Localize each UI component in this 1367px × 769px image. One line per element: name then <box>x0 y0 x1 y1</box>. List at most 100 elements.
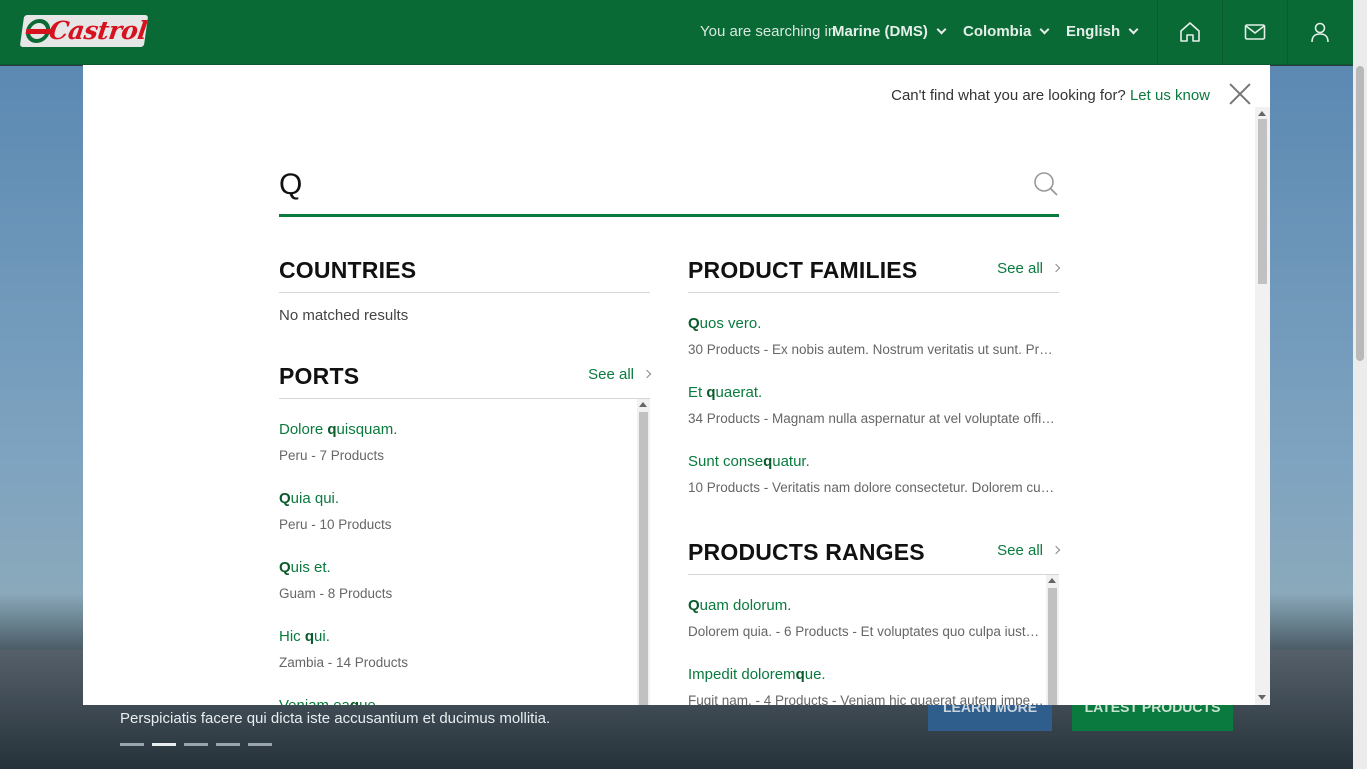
result-title-text: Hic <box>279 628 305 645</box>
result-title-text: uaerat. <box>715 384 763 401</box>
port-result-item[interactable]: Hic qui. Zambia - 14 Products <box>279 606 635 675</box>
modal-scrollbar-thumb[interactable] <box>1258 119 1267 284</box>
match-highlight: q <box>763 453 773 470</box>
countries-section: COUNTRIES No matched results <box>279 247 650 324</box>
result-title[interactable]: Impedit doloremque. <box>688 666 1044 683</box>
port-result-item[interactable]: Quia qui. Peru - 10 Products <box>279 468 635 537</box>
result-title-text: uia qui. <box>290 490 340 507</box>
product-ranges-scrollbar-thumb[interactable] <box>1048 588 1057 705</box>
match-highlight: q <box>795 666 805 683</box>
carousel-dot-active[interactable] <box>152 743 176 746</box>
sector-value: Marine (DMS) <box>832 23 928 40</box>
result-title-text: uos vero. <box>699 315 762 332</box>
cant-find-label: Can't find what you are looking for? <box>891 87 1126 104</box>
result-subtitle: Zambia - 14 Products <box>279 655 409 670</box>
home-button[interactable] <box>1157 0 1222 65</box>
scroll-down-icon[interactable] <box>1258 695 1266 700</box>
scroll-up-icon[interactable] <box>1258 111 1266 116</box>
user-icon <box>1311 22 1329 43</box>
ports-scrollbar-thumb[interactable] <box>639 412 648 705</box>
product-ranges-section: PRODUCTS RANGES See all Quam dolorum. Dol… <box>688 529 1061 705</box>
product-ranges-title: PRODUCTS RANGES <box>688 539 925 565</box>
chevron-right-icon <box>1051 263 1061 273</box>
product-family-result-item[interactable]: Et quaerat. 34 Products - Magnam nulla as… <box>688 362 1059 431</box>
result-title[interactable]: Hic qui. <box>279 628 635 645</box>
search-modal: Can't find what you are looking for? Let… <box>83 65 1270 705</box>
search-icon[interactable] <box>1033 171 1059 197</box>
product-family-result-item[interactable]: Sunt consequatur. 10 Products - Veritatis… <box>688 431 1059 500</box>
product-families-section: PRODUCT FAMILIES See all Quos vero. 30 Pr… <box>688 247 1061 500</box>
carousel-dot[interactable] <box>248 743 272 746</box>
result-subtitle: Guam - 8 Products <box>279 586 393 601</box>
port-result-item[interactable]: Quis et. Guam - 8 Products <box>279 537 635 606</box>
ports-section: PORTS See all Dolore quisquam. Peru - 7 P… <box>279 353 652 705</box>
castrol-logo[interactable]: Castrol <box>19 15 149 47</box>
product-range-result-item[interactable]: Quam dolorum. Dolorem quia. - 6 Products … <box>688 575 1044 644</box>
result-subtitle: 34 Products - Magnam nulla aspernatur at… <box>688 411 1059 426</box>
hero-caption: Perspiciatis facere qui dicta iste accus… <box>120 710 551 727</box>
contact-button[interactable] <box>1222 0 1287 65</box>
result-title[interactable]: Quia qui. <box>279 490 635 507</box>
page-scrollbar-thumb[interactable] <box>1356 66 1364 361</box>
scroll-up-icon[interactable] <box>1048 578 1056 583</box>
page-scrollbar[interactable] <box>1353 0 1367 769</box>
result-subtitle: Peru - 7 Products <box>279 448 385 463</box>
scroll-up-icon[interactable] <box>639 402 647 407</box>
port-result-item[interactable]: Dolore quisquam. Peru - 7 Products <box>279 399 635 468</box>
result-subtitle: 30 Products - Ex nobis autem. Nostrum ve… <box>688 342 1059 357</box>
chevron-down-icon <box>1128 24 1139 35</box>
result-title-text: Et <box>688 384 707 401</box>
language-dropdown[interactable]: English <box>1066 23 1139 40</box>
account-button[interactable] <box>1287 0 1352 65</box>
product-family-result-item[interactable]: Quos vero. 30 Products - Ex nobis autem. … <box>688 293 1059 362</box>
result-title[interactable]: Dolore quisquam. <box>279 421 635 438</box>
countries-title: COUNTRIES <box>279 257 417 283</box>
carousel-dot[interactable] <box>120 743 144 746</box>
product-ranges-scrollbar[interactable] <box>1046 575 1059 705</box>
result-title[interactable]: Veniam eaque. <box>279 697 635 705</box>
close-icon[interactable] <box>1229 83 1251 105</box>
sector-dropdown[interactable]: Marine (DMS) <box>832 23 947 40</box>
logo-text: Castrol <box>47 16 149 45</box>
ports-scrollbar[interactable] <box>637 399 650 705</box>
search-input[interactable] <box>279 165 999 205</box>
language-value: English <box>1066 23 1121 40</box>
result-title-text: Impedit dolorem <box>688 666 796 683</box>
match-highlight: Q <box>688 315 700 332</box>
ports-list: Dolore quisquam. Peru - 7 Products Quia qu… <box>279 399 650 705</box>
result-title-text: uam dolorum. <box>699 597 792 614</box>
chevron-right-icon <box>642 369 652 379</box>
chevron-right-icon <box>1051 545 1061 555</box>
modal-scrollbar[interactable] <box>1255 107 1270 705</box>
search-bar <box>279 161 1059 217</box>
let-us-know-link[interactable]: Let us know <box>1130 87 1210 104</box>
result-title-text: Dolore <box>279 421 328 438</box>
result-title[interactable]: Quam dolorum. <box>688 597 1044 614</box>
product-families-see-all-link[interactable]: See all <box>997 260 1061 277</box>
result-title[interactable]: Et quaerat. <box>688 384 1059 401</box>
product-ranges-see-all-link[interactable]: See all <box>997 542 1061 559</box>
result-title-text: ue. <box>804 666 826 683</box>
product-ranges-header: PRODUCTS RANGES See all <box>688 529 1061 575</box>
port-result-item[interactable]: Veniam eaque. <box>279 675 635 705</box>
product-families-header: PRODUCT FAMILIES See all <box>688 247 1061 293</box>
result-title[interactable]: Sunt consequatur. <box>688 453 1059 470</box>
carousel-dot[interactable] <box>184 743 208 746</box>
product-families-list: Quos vero. 30 Products - Ex nobis autem. … <box>688 293 1059 500</box>
match-highlight: q <box>706 384 716 401</box>
result-title[interactable]: Quos vero. <box>688 315 1059 332</box>
countries-header: COUNTRIES <box>279 247 650 293</box>
match-highlight: Q <box>688 597 700 614</box>
result-subtitle: 10 Products - Veritatis nam dolore conse… <box>688 480 1059 495</box>
result-subtitle: Fugit nam. - 4 Products - Veniam hic qua… <box>688 693 1044 705</box>
result-title-text: ue. <box>359 697 380 705</box>
carousel-dots[interactable] <box>120 743 272 746</box>
result-title[interactable]: Quis et. <box>279 559 635 576</box>
carousel-dot[interactable] <box>216 743 240 746</box>
match-highlight: q <box>350 697 359 705</box>
home-icon <box>1180 22 1200 42</box>
country-dropdown[interactable]: Colombia <box>963 23 1050 40</box>
match-highlight: Q <box>279 490 291 507</box>
ports-see-all-link[interactable]: See all <box>588 366 652 383</box>
product-range-result-item[interactable]: Impedit doloremque. Fugit nam. - 4 Produc… <box>688 644 1044 705</box>
